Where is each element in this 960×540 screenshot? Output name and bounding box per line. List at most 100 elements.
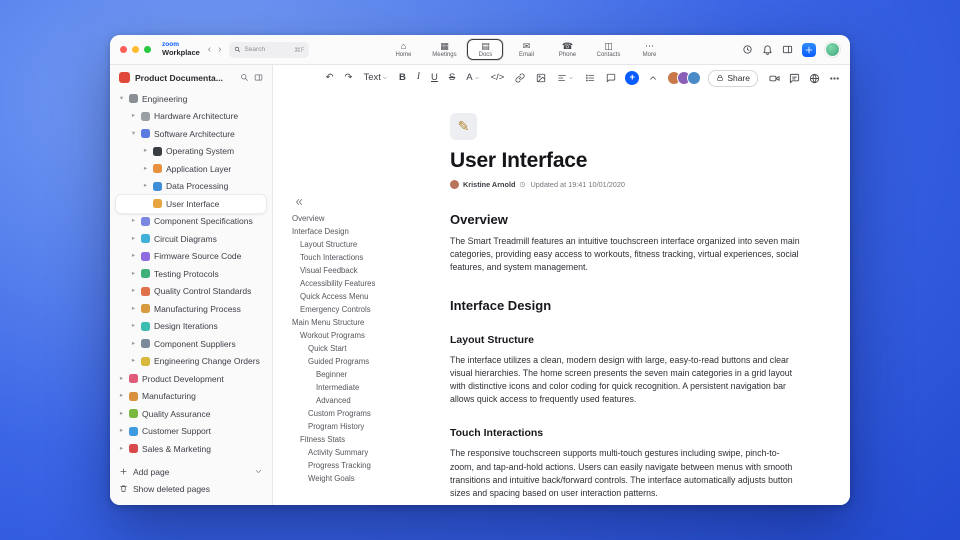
side-panel-button[interactable] <box>782 44 793 55</box>
outline-item[interactable]: Fitness Stats <box>281 433 443 446</box>
sidebar-item[interactable]: ▸ Component Specifications <box>116 213 266 231</box>
outline-item[interactable]: Layout Structure <box>281 238 443 251</box>
more-options-button[interactable] <box>829 73 840 84</box>
outline-item[interactable]: Guided Programs <box>281 355 443 368</box>
chevron-right-icon[interactable]: ▸ <box>130 112 137 120</box>
list-button[interactable] <box>583 70 597 86</box>
chevron-right-icon[interactable]: ▸ <box>130 287 137 295</box>
notifications-button[interactable] <box>762 44 773 55</box>
chevron-right-icon[interactable]: ▸ <box>130 252 137 260</box>
add-page-button[interactable]: Add page <box>119 463 263 480</box>
user-avatar[interactable] <box>825 42 840 57</box>
history-button[interactable] <box>742 44 753 55</box>
section-heading[interactable]: Interface Design <box>450 298 800 313</box>
show-deleted-pages-button[interactable]: Show deleted pages <box>119 480 263 497</box>
sidebar-item[interactable]: ▸ Manufacturing <box>116 388 266 406</box>
tab-home[interactable]: ⌂ Home <box>385 39 421 60</box>
web-button[interactable] <box>809 73 820 84</box>
chevron-down-icon[interactable]: ▾ <box>118 95 125 103</box>
undo-button[interactable]: ↶ <box>324 70 336 86</box>
chevron-right-icon[interactable]: ▸ <box>118 410 125 418</box>
new-button[interactable] <box>802 42 816 57</box>
chevron-right-icon[interactable]: ▸ <box>142 165 149 173</box>
outline-item[interactable]: Quick Start <box>281 342 443 355</box>
outline-item[interactable]: Progress Tracking <box>281 459 443 472</box>
section-heading[interactable]: Overview <box>450 212 800 227</box>
section-heading[interactable]: Layout Structure <box>450 334 800 346</box>
outline-item[interactable]: Visual Feedback <box>281 264 443 277</box>
outline-item[interactable]: Main Menu Structure <box>281 316 443 329</box>
chevron-right-icon[interactable]: ▸ <box>130 235 137 243</box>
chevron-right-icon[interactable]: ▸ <box>130 357 137 365</box>
sidebar-item[interactable]: ▸ Product Development <box>116 370 266 388</box>
outline-item[interactable]: Beginner <box>281 368 443 381</box>
underline-button[interactable]: U <box>429 70 440 86</box>
sidebar-item[interactable]: ▸ Customer Support <box>116 423 266 441</box>
sidebar-item[interactable]: ▸ Manufacturing Process <box>116 300 266 318</box>
section-heading[interactable]: Touch Interactions <box>450 427 800 439</box>
chevron-down-icon[interactable]: ▾ <box>130 130 137 138</box>
search-input[interactable]: Search ⌘F <box>229 41 310 58</box>
sidebar-search-icon[interactable] <box>240 73 249 82</box>
strikethrough-button[interactable]: S <box>447 70 457 86</box>
tab-docs[interactable]: ▤ Docs <box>467 39 504 60</box>
outline-item[interactable]: Touch Interactions <box>281 251 443 264</box>
back-button[interactable]: ‹ <box>208 44 211 55</box>
outline-item[interactable]: Emergency Controls <box>281 303 443 316</box>
sidebar-item[interactable]: ▸ Engineering Change Orders <box>116 353 266 371</box>
sidebar-item[interactable]: ▸ Quality Control Standards <box>116 283 266 301</box>
paragraph[interactable]: The Smart Treadmill features an intuitiv… <box>450 235 800 275</box>
tab-phone[interactable]: ☎ Phone <box>549 39 585 60</box>
chevron-right-icon[interactable]: ▸ <box>118 445 125 453</box>
chevron-right-icon[interactable]: ▸ <box>142 147 149 155</box>
video-button[interactable] <box>769 73 780 84</box>
outline-item[interactable]: Overview <box>281 212 443 225</box>
document-emoji-icon[interactable]: ✎ <box>450 113 477 140</box>
sidebar-item[interactable]: ▸ Sales & Marketing <box>116 440 266 458</box>
collapse-toolbar-button[interactable] <box>646 70 660 86</box>
outline-item[interactable]: Custom Programs <box>281 407 443 420</box>
chevron-right-icon[interactable]: ▸ <box>142 182 149 190</box>
tab-contacts[interactable]: ◫ Contacts <box>590 39 626 60</box>
outline-item[interactable]: Quick Access Menu <box>281 290 443 303</box>
sidebar-item[interactable]: ▸ Design Iterations <box>116 318 266 336</box>
image-button[interactable] <box>534 70 548 86</box>
tab-more[interactable]: ⋯ More <box>631 39 667 60</box>
chevron-right-icon[interactable]: ▸ <box>130 322 137 330</box>
insert-button[interactable]: + <box>625 71 640 85</box>
close-window-button[interactable] <box>120 46 127 53</box>
tab-meetings[interactable]: ▦ Meetings <box>426 39 462 60</box>
comment-button[interactable] <box>604 70 618 86</box>
paragraph[interactable]: The interface utilizes a clean, modern d… <box>450 354 800 407</box>
chevron-right-icon[interactable]: ▸ <box>130 340 137 348</box>
sidebar-item[interactable]: ▸ Circuit Diagrams <box>116 230 266 248</box>
chevron-right-icon[interactable]: ▸ <box>130 217 137 225</box>
tab-email[interactable]: ✉ Email <box>508 39 544 60</box>
outline-item[interactable]: Accessibility Features <box>281 277 443 290</box>
sidebar-item[interactable]: ▸ Firmware Source Code <box>116 248 266 266</box>
outline-item[interactable]: Weight Goals <box>281 472 443 485</box>
link-button[interactable] <box>513 70 527 86</box>
outline-item[interactable]: Advanced <box>281 394 443 407</box>
text-style-button[interactable]: Text <box>362 70 390 86</box>
sidebar-item[interactable]: ▾ Software Architecture <box>116 125 266 143</box>
sidebar-item[interactable]: ▸ Operating System <box>116 143 266 161</box>
zoom-window-button[interactable] <box>144 46 151 53</box>
outline-item[interactable]: Program History <box>281 420 443 433</box>
sidebar-item[interactable]: ▸ Component Suppliers <box>116 335 266 353</box>
chevron-right-icon[interactable]: ▸ <box>130 305 137 313</box>
sidebar-collapse-icon[interactable] <box>254 73 263 82</box>
sidebar-item[interactable]: ▸ Application Layer <box>116 160 266 178</box>
sidebar-item[interactable]: ▸ Hardware Architecture <box>116 108 266 126</box>
align-button[interactable] <box>555 70 576 86</box>
outline-item[interactable]: Intermediate <box>281 381 443 394</box>
document-title[interactable]: User Interface <box>450 149 800 173</box>
share-button[interactable]: Share <box>708 69 758 87</box>
sidebar-item[interactable]: ▸ Testing Protocols <box>116 265 266 283</box>
redo-button[interactable]: ↷ <box>343 70 355 86</box>
sidebar-item[interactable]: ▾ Engineering <box>116 90 266 108</box>
minimize-window-button[interactable] <box>132 46 139 53</box>
forward-button[interactable]: › <box>218 44 221 55</box>
chevron-right-icon[interactable]: ▸ <box>118 392 125 400</box>
sidebar-item[interactable]: ▸ Quality Assurance <box>116 405 266 423</box>
